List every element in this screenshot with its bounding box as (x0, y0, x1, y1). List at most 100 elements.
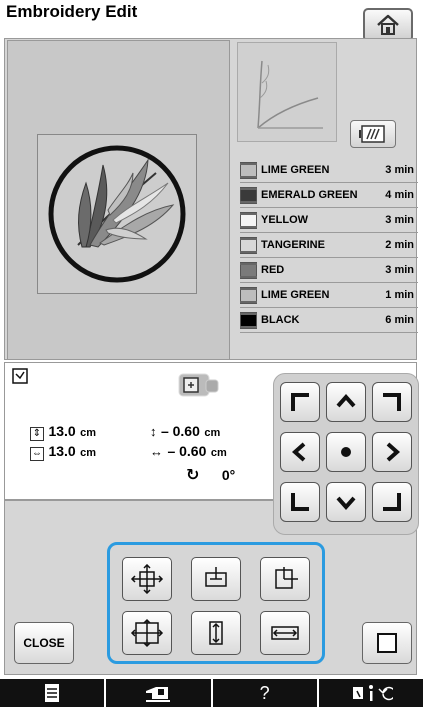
bottom-toolbar: ? (0, 679, 423, 707)
resize-vertical-icon (209, 621, 223, 645)
thread-spool-icon (240, 186, 257, 204)
thread-name: LIME GREEN (261, 164, 330, 176)
move-down-left-button[interactable] (280, 482, 320, 522)
thread-name: EMERALD GREEN (261, 189, 358, 201)
move-down-button[interactable] (326, 482, 366, 522)
move-left-button[interactable] (280, 432, 320, 472)
resize-vertical-button[interactable] (191, 611, 241, 655)
size-width-unit: cm (71, 388, 88, 400)
width-value: 13.0 (48, 443, 76, 459)
size-icon (12, 368, 38, 398)
help-button[interactable]: ? (213, 679, 319, 707)
thread-row: LIME GREEN 3 min (240, 158, 418, 183)
chevron-right-icon (386, 442, 401, 462)
thread-time: 1 min (385, 289, 414, 301)
thread-row: YELLOW 3 min (240, 208, 418, 233)
preview-button[interactable] (350, 120, 396, 148)
corner-up-right-icon (383, 393, 401, 411)
move-up-right-button[interactable] (372, 382, 412, 422)
thread-time: 3 min (385, 264, 414, 276)
thread-name: YELLOW (261, 214, 309, 226)
height-icon: ⇕ (30, 427, 44, 441)
thread-name: TANGERINE (261, 239, 325, 251)
settings-button[interactable] (319, 679, 423, 707)
needle-preview-icon (359, 125, 385, 143)
design-frame[interactable] (37, 134, 197, 294)
move-pad (273, 373, 419, 535)
move-up-left-button[interactable] (280, 382, 320, 422)
chevron-up-icon (336, 393, 356, 408)
size-indicator: 13.0 cm 13.0 cm (10, 366, 120, 406)
thread-row: BLACK 6 min (240, 308, 418, 333)
thread-row: EMERALD GREEN 4 min (240, 183, 418, 208)
align-center-icon (205, 567, 227, 587)
resize-all-icon (130, 618, 164, 648)
align-right-icon (275, 567, 298, 589)
height-value: 13.0 (48, 423, 76, 439)
needle-info-icon (352, 685, 393, 701)
vertical-offset-value: – 0.60 (160, 423, 200, 439)
document-button[interactable] (0, 679, 107, 707)
align-all-button[interactable] (122, 557, 172, 601)
horizontal-offset-value: – 0.60 (167, 443, 207, 459)
horizontal-arrow-icon: ↔ (150, 444, 163, 459)
preview-sketch (257, 60, 323, 129)
center-dot-icon (341, 447, 351, 457)
alignment-button-group (107, 542, 325, 664)
move-right-button[interactable] (372, 432, 412, 472)
center-button[interactable] (326, 432, 366, 472)
horizontal-offset-unit: cm (210, 447, 227, 459)
width-icon: ⇔ (30, 447, 44, 461)
thread-row: RED 3 min (240, 258, 418, 283)
frame-button[interactable] (362, 622, 412, 664)
document-icon (45, 684, 60, 702)
hoop-icon (178, 373, 219, 397)
corner-up-left-icon (291, 393, 309, 411)
close-button[interactable]: CLOSE (14, 622, 74, 664)
align-all-icon (130, 564, 164, 594)
thread-name: LIME GREEN (261, 289, 330, 301)
align-center-button[interactable] (191, 557, 241, 601)
embroidery-design (48, 145, 186, 283)
thread-row: LIME GREEN 1 min (240, 283, 418, 308)
thread-spool-icon (240, 261, 257, 279)
move-down-right-button[interactable] (372, 482, 412, 522)
sewing-machine-icon (146, 687, 171, 702)
vertical-offset-row: ↕ – 0.60 cm (150, 423, 220, 441)
align-right-button[interactable] (260, 557, 310, 601)
thread-spool-icon (240, 161, 257, 179)
thread-time: 3 min (385, 214, 414, 226)
width-unit: cm (80, 447, 97, 459)
thread-color-list: LIME GREEN 3 min EMERALD GREEN 4 min YELLOW 3… (240, 158, 418, 333)
thread-time: 4 min (385, 189, 414, 201)
size-width: 13.0 (40, 384, 68, 400)
thread-spool-icon (240, 211, 257, 229)
corner-down-right-icon (383, 493, 401, 511)
chevron-left-icon (291, 442, 306, 462)
width-row: ⇔ 13.0 cm (30, 443, 96, 461)
rotation-icon: ↻ (186, 467, 200, 484)
vertical-arrow-icon: ↕ (150, 424, 157, 439)
sewing-machine-button[interactable] (106, 679, 213, 707)
home-button[interactable] (363, 8, 413, 42)
rotation-row: ↻ 0° (186, 465, 235, 485)
chevron-down-icon (336, 496, 356, 511)
thread-spool-icon (240, 236, 257, 254)
thread-time: 6 min (385, 314, 414, 326)
rotation-value: 0° (221, 467, 236, 483)
resize-horizontal-button[interactable] (260, 611, 310, 655)
resize-horizontal-icon (271, 626, 299, 640)
height-unit: cm (80, 427, 97, 439)
resize-all-button[interactable] (122, 611, 172, 655)
hoop-button[interactable] (178, 372, 220, 398)
move-up-button[interactable] (326, 382, 366, 422)
thread-time: 2 min (385, 239, 414, 251)
thread-spool-icon (240, 286, 257, 304)
vertical-offset-unit: cm (204, 427, 221, 439)
thread-spool-icon (240, 311, 257, 329)
home-icon (377, 14, 399, 35)
horizontal-offset-row: ↔ – 0.60 cm (150, 443, 227, 461)
thread-time: 3 min (385, 164, 414, 176)
corner-down-left-icon (291, 493, 309, 511)
height-row: ⇕ 13.0 cm (30, 423, 96, 441)
